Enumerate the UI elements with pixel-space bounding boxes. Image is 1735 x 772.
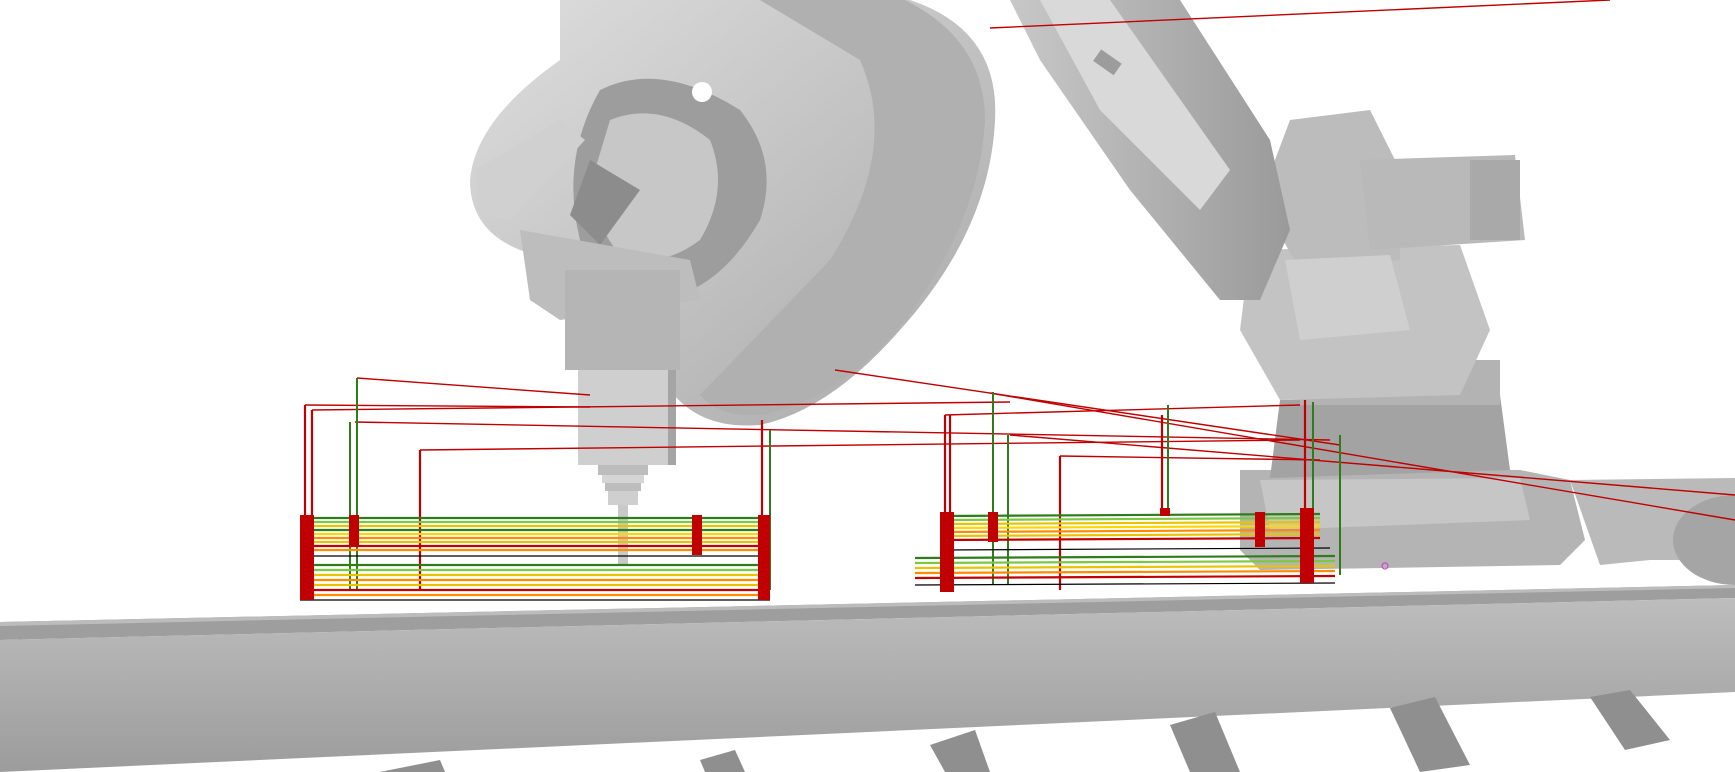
- robot-spindle: [565, 270, 680, 565]
- scene-canvas[interactable]: [0, 0, 1735, 772]
- linear-rail: [0, 585, 1735, 772]
- robot-upper-arm: [1010, 0, 1290, 300]
- travel-moves: [304, 0, 1735, 521]
- 3d-viewport[interactable]: [0, 0, 1735, 772]
- robot-forearm: [470, 0, 996, 426]
